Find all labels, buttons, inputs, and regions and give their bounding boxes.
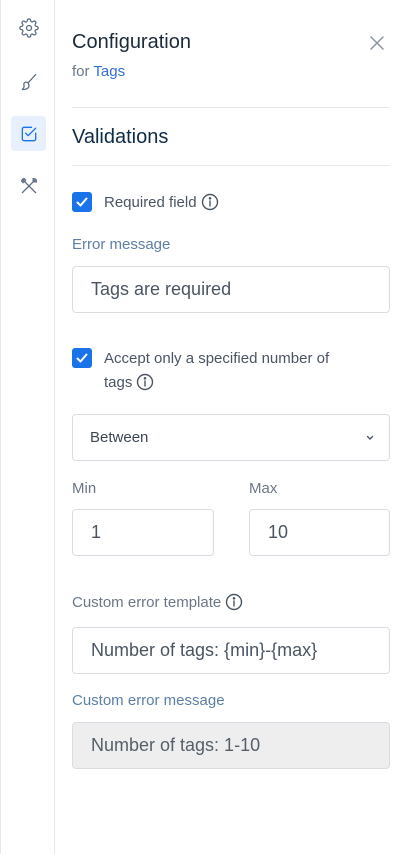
custom-message-preview: Number of tags: 1-10 [72,722,390,769]
close-icon[interactable] [368,34,386,52]
custom-template-label-text: Custom error template [72,594,222,611]
max-label: Max [249,480,278,497]
validations-rail-button[interactable] [11,116,46,151]
gear-icon [18,17,39,38]
icon-rail [0,0,55,854]
chevron-down-icon [366,435,374,440]
brush-icon [21,73,36,90]
panel-title: Configuration [72,31,191,53]
tools-rail-button[interactable] [11,168,46,203]
checkmark-icon [76,353,88,363]
count-mode-value: Between [90,429,149,446]
count-label-line2: tags [104,371,394,395]
max-input[interactable]: 10 [249,509,390,556]
checkbox-icon [21,126,36,141]
required-label-text: Required field [104,194,197,211]
error-message-label: Error message [72,236,171,253]
custom-template-label: Custom error template [72,593,243,611]
min-input[interactable]: 1 [72,509,214,556]
count-constraint-label: Accept only a specified number of tags [104,347,394,395]
error-message-input[interactable]: Tags are required [72,266,390,313]
checkmark-icon [76,197,88,207]
info-icon[interactable] [136,373,154,391]
field-name-link[interactable]: Tags [93,63,125,80]
tools-icon [20,177,37,193]
section-title: Validations [72,126,169,148]
subtitle-prefix: for [72,63,90,80]
custom-template-input[interactable]: Number of tags: {min}-{max} [72,627,390,674]
count-label-line2-text: tags [104,374,133,391]
info-icon[interactable] [225,593,243,611]
settings-rail-button[interactable] [11,10,46,45]
count-mode-select[interactable]: Between [72,414,390,461]
appearance-rail-button[interactable] [11,64,46,99]
custom-message-label: Custom error message [72,692,225,709]
min-label: Min [72,480,97,497]
info-icon[interactable] [201,193,219,211]
required-checkbox[interactable] [72,192,92,212]
panel-subtitle: for Tags [72,63,125,80]
required-label: Required field [104,191,219,215]
divider [72,107,390,108]
count-constraint-checkbox[interactable] [72,348,92,368]
count-label-line1: Accept only a specified number of [104,350,330,367]
divider [72,165,390,166]
